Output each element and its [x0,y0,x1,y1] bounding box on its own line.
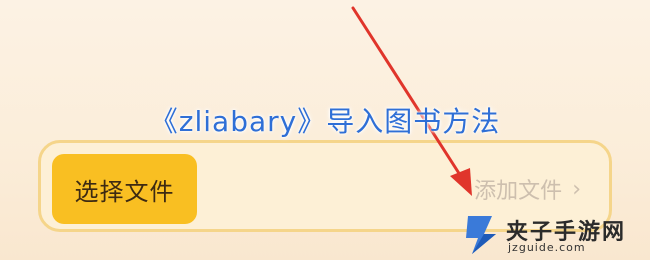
page-title: 《zliabary》导入图书方法 [149,105,501,138]
watermark-domain: jzguide.com [508,241,586,254]
site-watermark: 夹子手游网 jzguide.com [462,210,650,260]
watermark-logo-icon [466,216,496,254]
